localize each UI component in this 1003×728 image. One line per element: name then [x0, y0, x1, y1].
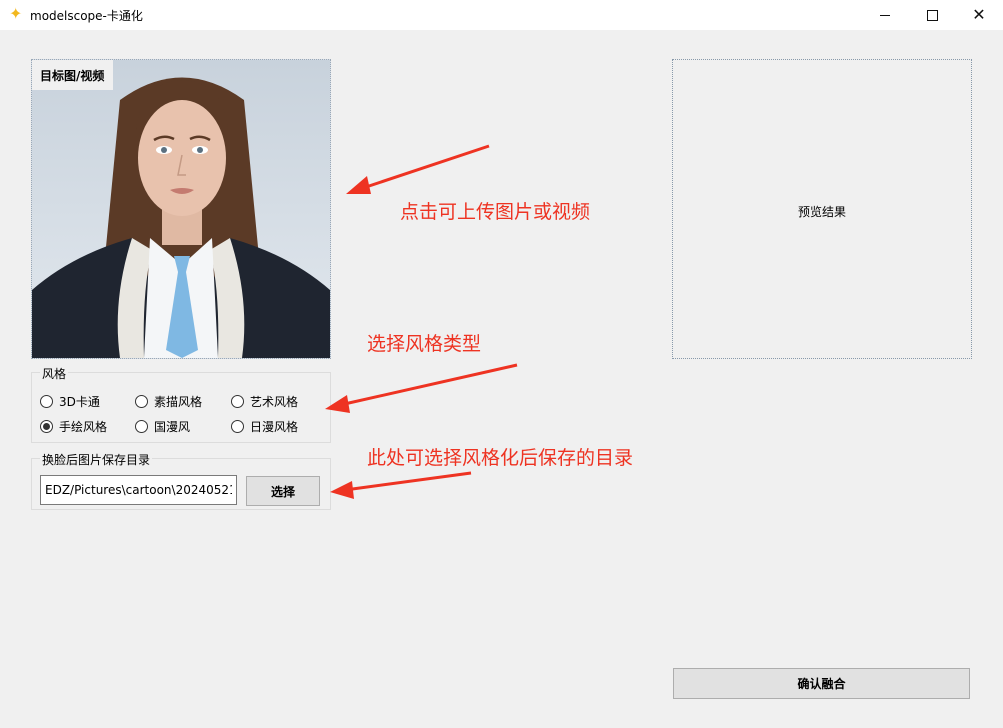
arrow-save-dir	[330, 471, 472, 499]
radio-label: 素描风格	[154, 395, 203, 409]
minimize-icon	[880, 14, 890, 16]
annotation-style: 选择风格类型	[367, 333, 482, 355]
style-groupbox: 风格 3D卡通 素描风格 艺术风格 手绘风格 国漫风 日漫风格	[31, 365, 331, 443]
maximize-button[interactable]	[909, 0, 955, 30]
radio-anime[interactable]: 日漫风格	[231, 418, 298, 435]
save-path-input[interactable]	[40, 475, 237, 505]
radio-sketch[interactable]: 素描风格	[135, 393, 202, 410]
close-icon: ✕	[972, 5, 986, 24]
radio-label: 国漫风	[154, 420, 191, 434]
radio-unchecked-icon	[135, 420, 148, 433]
close-button[interactable]: ✕	[956, 0, 1002, 30]
target-upload-area[interactable]: 目标图/视频	[31, 59, 331, 359]
target-label: 目标图/视频	[32, 60, 114, 90]
title-bar: ✦ modelscope-卡通化 ✕	[0, 0, 1003, 30]
minimize-button[interactable]	[862, 0, 908, 30]
portrait-image	[32, 60, 330, 358]
sparkle-icon: ✦	[9, 4, 23, 23]
window-title: modelscope-卡通化	[30, 9, 143, 23]
annotation-upload: 点击可上传图片或视频	[400, 201, 591, 223]
radio-guoman[interactable]: 国漫风	[135, 418, 190, 435]
maximize-icon	[926, 9, 938, 21]
radio-label: 日漫风格	[250, 420, 299, 434]
radio-label: 艺术风格	[250, 395, 299, 409]
save-dir-groupbox: 换脸后图片保存目录 选择	[31, 451, 331, 510]
radio-unchecked-icon	[40, 395, 53, 408]
radio-unchecked-icon	[231, 420, 244, 433]
radio-hand-drawn[interactable]: 手绘风格	[40, 418, 107, 435]
radio-unchecked-icon	[135, 395, 148, 408]
radio-label: 3D卡通	[59, 395, 100, 409]
preview-area: 预览结果	[672, 59, 972, 359]
radio-unchecked-icon	[231, 395, 244, 408]
arrow-style	[325, 363, 518, 413]
confirm-merge-button[interactable]: 确认融合	[673, 668, 970, 699]
radio-3d-cartoon[interactable]: 3D卡通	[40, 393, 100, 410]
radio-artistic[interactable]: 艺术风格	[231, 393, 298, 410]
save-dir-group-title: 换脸后图片保存目录	[40, 451, 153, 468]
style-group-title: 风格	[40, 365, 69, 382]
arrow-upload	[346, 144, 490, 194]
annotation-save-dir: 此处可选择风格化后保存的目录	[367, 447, 634, 469]
radio-checked-icon	[40, 420, 53, 433]
radio-label: 手绘风格	[59, 420, 108, 434]
preview-label: 预览结果	[797, 205, 846, 219]
choose-dir-button[interactable]: 选择	[246, 476, 320, 506]
